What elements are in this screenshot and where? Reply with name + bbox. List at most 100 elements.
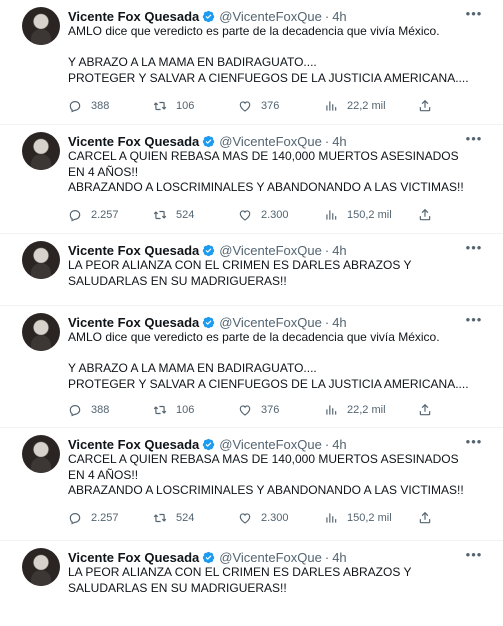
author-handle[interactable]: @VicenteFoxQue	[219, 243, 322, 258]
author-handle[interactable]: @VicenteFoxQue	[219, 437, 322, 452]
tweet-line: PROTEGER Y SALVAR A CIENFUEGOS DE LA JUS…	[68, 376, 469, 391]
author-name[interactable]: Vicente Fox Quesada	[68, 315, 199, 330]
avatar[interactable]	[22, 548, 60, 586]
tweet-actions: 388 106 376 22,2 mil	[68, 97, 473, 115]
more-options-icon[interactable]: •••	[465, 132, 483, 150]
views-button[interactable]: 150,2 mil	[324, 208, 418, 222]
like-button[interactable]: 376	[238, 99, 324, 113]
verified-badge-icon	[203, 551, 215, 563]
retweet-count: 106	[176, 404, 195, 416]
tweet-header: Vicente Fox Quesada @VicenteFoxQue · 4h …	[68, 548, 483, 566]
more-options-icon[interactable]: •••	[465, 548, 483, 566]
tweet-card[interactable]: Vicente Fox Quesada @VicenteFoxQue · 4h …	[0, 428, 503, 541]
author-handle[interactable]: @VicenteFoxQue	[219, 315, 322, 330]
reply-button[interactable]: 2.257	[68, 208, 153, 222]
retweet-button[interactable]: 524	[153, 511, 238, 525]
tweet-line: EN 4 AÑOS!!	[68, 467, 139, 482]
tweet-time[interactable]: 4h	[332, 437, 346, 452]
author-name[interactable]: Vicente Fox Quesada	[68, 550, 199, 565]
share-button[interactable]	[418, 511, 441, 525]
more-options-icon[interactable]: •••	[465, 7, 483, 25]
reply-count: 2.257	[91, 512, 119, 524]
like-heart-icon	[239, 513, 251, 524]
author-handle[interactable]: @VicenteFoxQue	[219, 550, 322, 565]
views-chart-icon	[326, 101, 337, 111]
tweet-card[interactable]: Vicente Fox Quesada @VicenteFoxQue · 4h …	[0, 125, 503, 234]
separator-dot: ·	[324, 133, 330, 149]
avatar[interactable]	[22, 241, 60, 279]
views-count: 22,2 mil	[347, 404, 386, 416]
tweet-time[interactable]: 4h	[332, 134, 346, 149]
tweet-actions: 388 106 376 22,2 mil	[68, 401, 473, 419]
retweet-button[interactable]: 106	[153, 99, 238, 113]
reply-button[interactable]: 388	[68, 99, 153, 113]
share-button[interactable]	[418, 403, 441, 417]
reply-icon	[69, 101, 81, 113]
retweet-icon	[153, 101, 167, 111]
tweet-time[interactable]: 4h	[332, 315, 346, 330]
author-name[interactable]: Vicente Fox Quesada	[68, 134, 199, 149]
avatar[interactable]	[22, 313, 60, 351]
avatar[interactable]	[22, 7, 60, 45]
like-button[interactable]: 2.300	[238, 208, 324, 222]
separator-dot: ·	[324, 549, 330, 565]
like-count: 2.300	[261, 209, 289, 221]
verified-badge-icon	[203, 316, 215, 328]
reply-button[interactable]: 2.257	[68, 511, 153, 525]
tweet-card[interactable]: Vicente Fox Quesada @VicenteFoxQue · 4h …	[0, 541, 503, 626]
avatar[interactable]	[22, 132, 60, 170]
author-name[interactable]: Vicente Fox Quesada	[68, 9, 199, 24]
share-icon	[419, 208, 431, 221]
tweet-line: ABRAZANDO A LOSCRIMINALES Y ABANDONANDO …	[68, 180, 464, 194]
retweet-icon	[153, 210, 167, 220]
share-icon	[419, 403, 431, 416]
author-handle[interactable]: @VicenteFoxQue	[219, 9, 322, 24]
views-chart-icon	[326, 405, 337, 415]
views-button[interactable]: 150,2 mil	[324, 511, 418, 525]
author-handle[interactable]: @VicenteFoxQue	[219, 134, 322, 149]
retweet-button[interactable]: 524	[153, 208, 238, 222]
retweet-button[interactable]: 106	[153, 403, 238, 417]
tweet-card[interactable]: Vicente Fox Quesada @VicenteFoxQue · 4h …	[0, 0, 503, 125]
retweet-count: 106	[176, 100, 195, 112]
tweet-header: Vicente Fox Quesada @VicenteFoxQue · 4h …	[68, 241, 483, 259]
tweet-line: AMLO dice que veredicto es parte de la d…	[68, 24, 440, 38]
tweet-time[interactable]: 4h	[332, 243, 346, 258]
like-button[interactable]: 376	[238, 403, 324, 417]
views-count: 22,2 mil	[347, 100, 386, 112]
reply-count: 388	[91, 100, 110, 112]
reply-button[interactable]: 388	[68, 403, 153, 417]
author-name[interactable]: Vicente Fox Quesada	[68, 437, 199, 452]
tweet-time[interactable]: 4h	[332, 9, 346, 24]
tweet-actions: 2.257 524 2.300 150,2 mil	[68, 206, 473, 224]
retweet-count: 524	[176, 209, 195, 221]
separator-dot: ·	[324, 436, 330, 452]
tweet-card[interactable]: Vicente Fox Quesada @VicenteFoxQue · 4h …	[0, 306, 503, 428]
reply-icon	[69, 513, 81, 525]
separator-dot: ·	[324, 314, 330, 330]
share-button[interactable]	[418, 99, 441, 113]
author-name[interactable]: Vicente Fox Quesada	[68, 243, 199, 258]
more-options-icon[interactable]: •••	[465, 435, 483, 453]
views-button[interactable]: 22,2 mil	[324, 403, 418, 417]
more-options-icon[interactable]: •••	[465, 313, 483, 331]
tweet-line: SALUDARLAS EN SU MADRIGUERAS!!	[68, 580, 287, 595]
like-count: 376	[261, 100, 280, 112]
share-button[interactable]	[418, 208, 441, 222]
verified-badge-icon	[203, 10, 215, 22]
views-chart-icon	[326, 210, 337, 220]
reply-icon	[69, 405, 81, 417]
more-options-icon[interactable]: •••	[465, 241, 483, 259]
views-chart-icon	[326, 513, 337, 523]
separator-dot: ·	[324, 8, 330, 24]
like-button[interactable]: 2.300	[238, 511, 324, 525]
verified-badge-icon	[203, 438, 215, 450]
tweet-card[interactable]: Vicente Fox Quesada @VicenteFoxQue · 4h …	[0, 234, 503, 306]
share-icon	[419, 99, 431, 112]
tweet-time[interactable]: 4h	[332, 550, 346, 565]
tweet-text: CARCEL A QUIEN REBASA MAS DE 140,000 MUE…	[68, 149, 479, 196]
views-button[interactable]: 22,2 mil	[324, 99, 418, 113]
avatar[interactable]	[22, 435, 60, 473]
